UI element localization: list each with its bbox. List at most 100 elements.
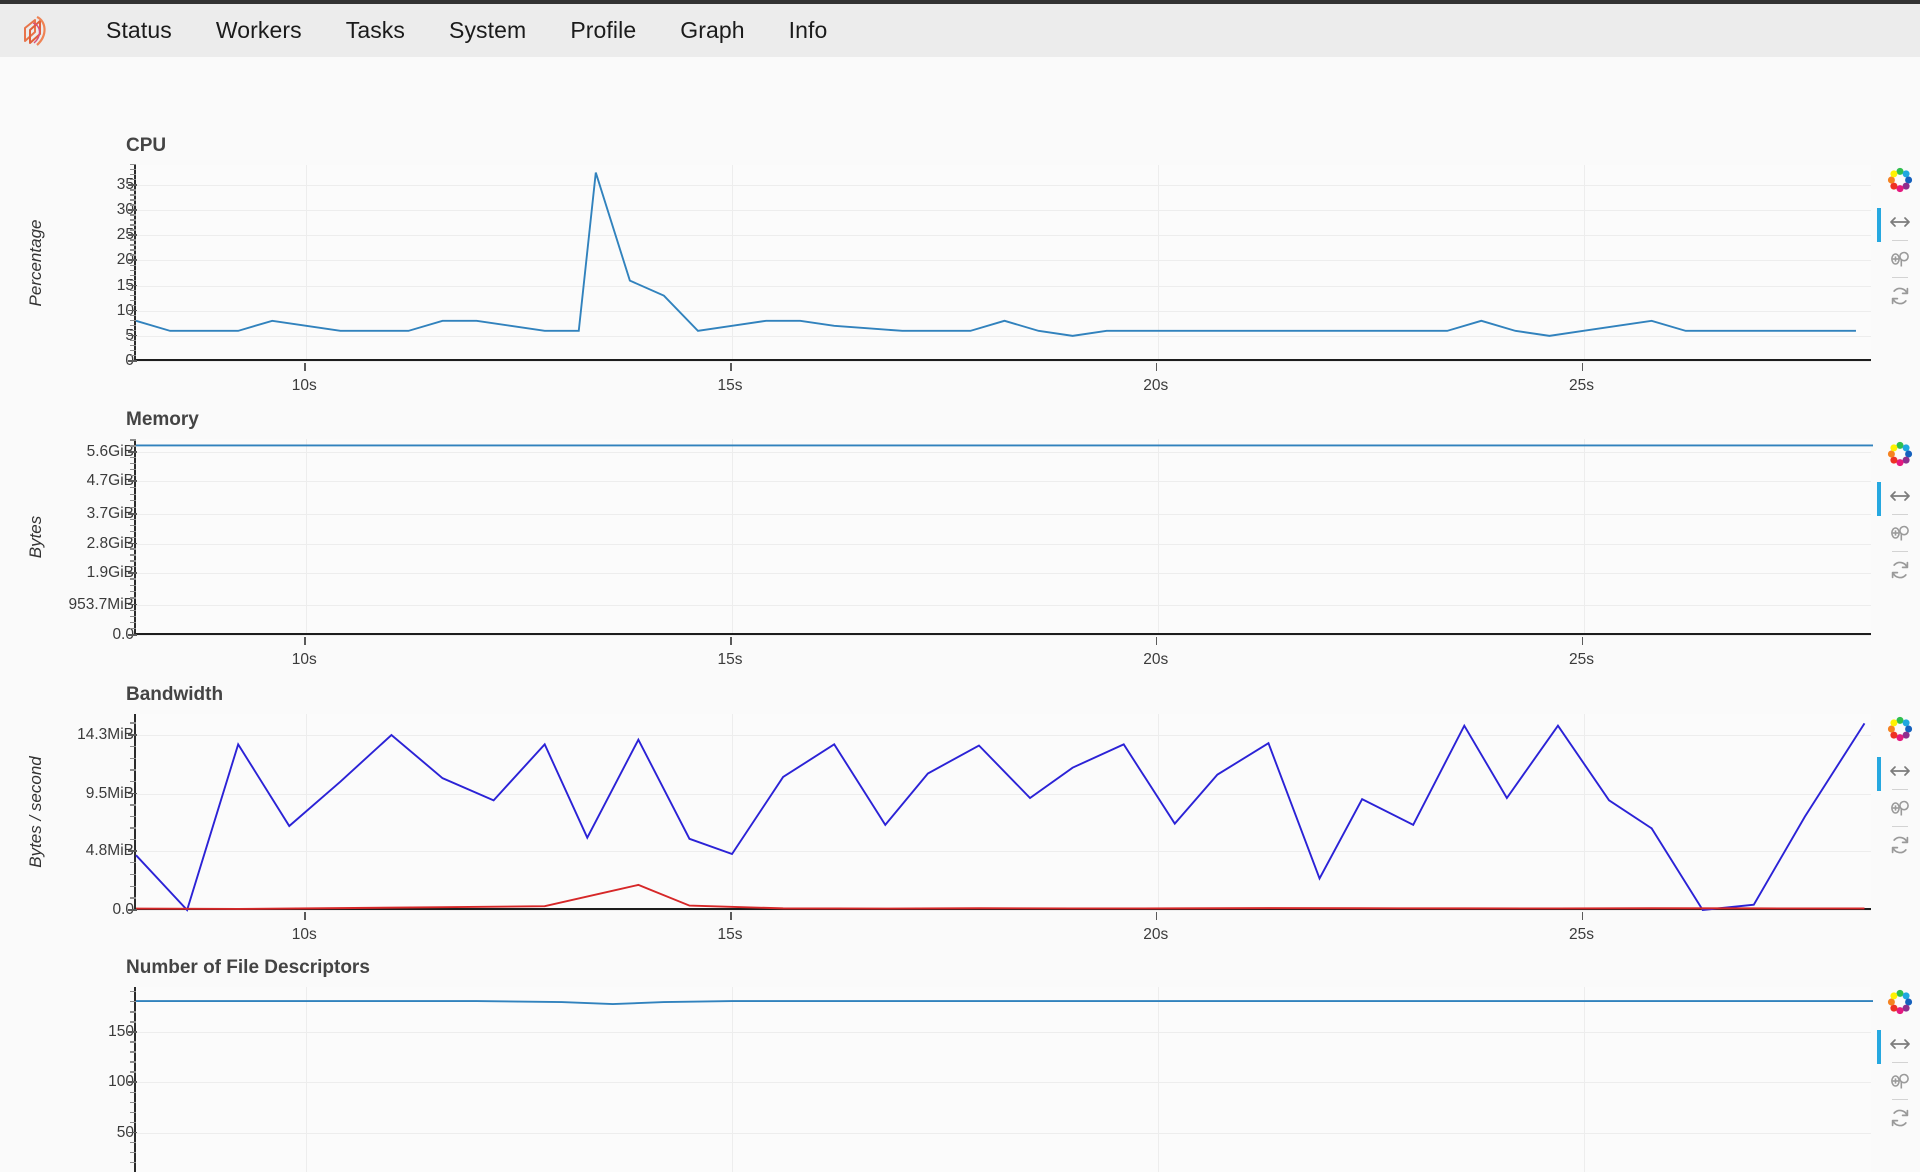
memory-chart-y-tick-label: 3.7GiB — [0, 505, 141, 523]
cpu-chart-y-tick-label: 25 — [0, 226, 141, 244]
y-minor-tick-mark — [130, 475, 136, 476]
y-minor-tick-mark — [130, 628, 136, 629]
y-tick-mark — [128, 793, 137, 795]
y-minor-tick-mark — [130, 1001, 136, 1002]
reset-tool[interactable] — [1886, 831, 1914, 859]
y-minor-tick-mark — [130, 758, 136, 759]
y-minor-tick-mark — [130, 169, 136, 170]
cpu-chart-plot-area[interactable] — [134, 165, 1871, 361]
y-minor-tick-mark — [130, 219, 136, 220]
x-tick-mark — [730, 637, 732, 645]
wheel-zoom-tool[interactable] — [1886, 519, 1914, 547]
y-minor-tick-mark — [130, 781, 136, 782]
y-minor-tick-mark — [130, 746, 136, 747]
y-minor-tick-mark — [130, 1112, 136, 1113]
y-minor-tick-mark — [130, 174, 136, 175]
wheel-zoom-tool[interactable] — [1886, 794, 1914, 822]
y-minor-tick-mark — [130, 839, 136, 840]
cpu-chart-toolbar — [1882, 167, 1918, 313]
y-minor-tick-mark — [130, 487, 136, 488]
series-line-file-descriptors — [136, 1001, 1873, 1004]
series-line-write — [136, 885, 1864, 909]
toolbar-separator — [1892, 277, 1908, 278]
y-minor-tick-mark — [130, 537, 136, 538]
y-minor-tick-mark — [130, 199, 136, 200]
y-minor-tick-mark — [130, 457, 136, 458]
x-tick-mark — [730, 912, 732, 920]
file-descriptors-chart-title: Number of File Descriptors — [126, 957, 370, 979]
y-minor-tick-mark — [130, 519, 136, 520]
y-minor-tick-mark — [130, 897, 136, 898]
y-minor-tick-mark — [130, 507, 136, 508]
y-minor-tick-mark — [130, 722, 136, 723]
y-minor-tick-mark — [130, 229, 136, 230]
cpu-chart-x-tick-label: 20s — [1143, 377, 1168, 395]
cpu-chart-x-tick-label: 15s — [718, 377, 743, 395]
y-minor-tick-mark — [130, 280, 136, 281]
y-tick-mark — [128, 850, 137, 852]
y-minor-tick-mark — [130, 224, 136, 225]
y-minor-tick-mark — [130, 591, 136, 592]
pan-tool[interactable] — [1886, 482, 1914, 510]
y-minor-tick-mark — [130, 769, 136, 770]
bandwidth-chart-x-tick-label: 25s — [1569, 926, 1594, 944]
dask-logo-icon[interactable] — [10, 9, 58, 53]
nav-item-workers[interactable]: Workers — [194, 17, 324, 44]
x-tick-mark — [1582, 363, 1584, 371]
nav-item-system[interactable]: System — [427, 17, 548, 44]
reset-tool[interactable] — [1886, 556, 1914, 584]
x-tick-mark — [1582, 637, 1584, 645]
reset-tool[interactable] — [1886, 1104, 1914, 1132]
y-tick-mark — [128, 285, 137, 287]
y-minor-tick-mark — [130, 320, 136, 321]
file-descriptors-chart-y-tick-label: 50 — [0, 1124, 141, 1142]
y-tick-mark — [128, 360, 137, 362]
x-tick-mark — [1156, 363, 1158, 371]
nav-item-graph[interactable]: Graph — [658, 17, 766, 44]
y-minor-tick-mark — [130, 1152, 136, 1153]
y-tick-mark — [128, 604, 137, 606]
memory-chart-title: Memory — [126, 409, 199, 431]
bandwidth-chart-x-tick-label: 10s — [292, 926, 317, 944]
bandwidth-chart-y-tick-label: 0.0 — [0, 901, 141, 919]
series-line-cpu — [136, 173, 1856, 336]
y-minor-tick-mark — [130, 239, 136, 240]
y-minor-tick-mark — [130, 1122, 136, 1123]
y-minor-tick-mark — [130, 566, 136, 567]
pan-tool[interactable] — [1886, 757, 1914, 785]
memory-chart-plot-area[interactable] — [134, 439, 1871, 635]
bandwidth-chart-plot-area[interactable] — [134, 714, 1871, 910]
memory-chart-y-tick-label: 0.0 — [0, 626, 141, 644]
y-minor-tick-mark — [130, 578, 136, 579]
bokeh-logo-icon[interactable] — [1887, 716, 1913, 742]
bokeh-logo-icon[interactable] — [1887, 441, 1913, 467]
y-minor-tick-mark — [130, 355, 136, 356]
pan-tool[interactable] — [1886, 208, 1914, 236]
wheel-zoom-tool[interactable] — [1886, 1067, 1914, 1095]
bokeh-logo-icon[interactable] — [1887, 989, 1913, 1015]
memory-chart-x-tick-label: 25s — [1569, 651, 1594, 669]
nav-item-status[interactable]: Status — [84, 17, 194, 44]
nav-item-tasks[interactable]: Tasks — [324, 17, 427, 44]
pan-tool[interactable] — [1886, 1030, 1914, 1058]
y-minor-tick-mark — [130, 874, 136, 875]
y-minor-tick-mark — [130, 622, 136, 623]
file-descriptors-chart-y-tick-label: 150 — [0, 1023, 141, 1041]
nav-item-info[interactable]: Info — [767, 17, 850, 44]
bokeh-logo-icon[interactable] — [1887, 167, 1913, 193]
y-tick-mark — [128, 234, 137, 236]
y-minor-tick-mark — [130, 469, 136, 470]
y-minor-tick-mark — [130, 1061, 136, 1062]
nav-item-profile[interactable]: Profile — [548, 17, 658, 44]
reset-tool[interactable] — [1886, 282, 1914, 310]
memory-chart-y-tick-label: 2.8GiB — [0, 535, 141, 553]
y-minor-tick-mark — [130, 597, 136, 598]
y-tick-mark — [128, 310, 137, 312]
y-minor-tick-mark — [130, 189, 136, 190]
y-tick-mark — [128, 572, 137, 574]
file-descriptors-chart-plot-area[interactable] — [134, 987, 1871, 1172]
y-minor-tick-mark — [130, 249, 136, 250]
y-minor-tick-mark — [130, 1102, 136, 1103]
toolbar-separator — [1892, 514, 1908, 515]
wheel-zoom-tool[interactable] — [1886, 245, 1914, 273]
